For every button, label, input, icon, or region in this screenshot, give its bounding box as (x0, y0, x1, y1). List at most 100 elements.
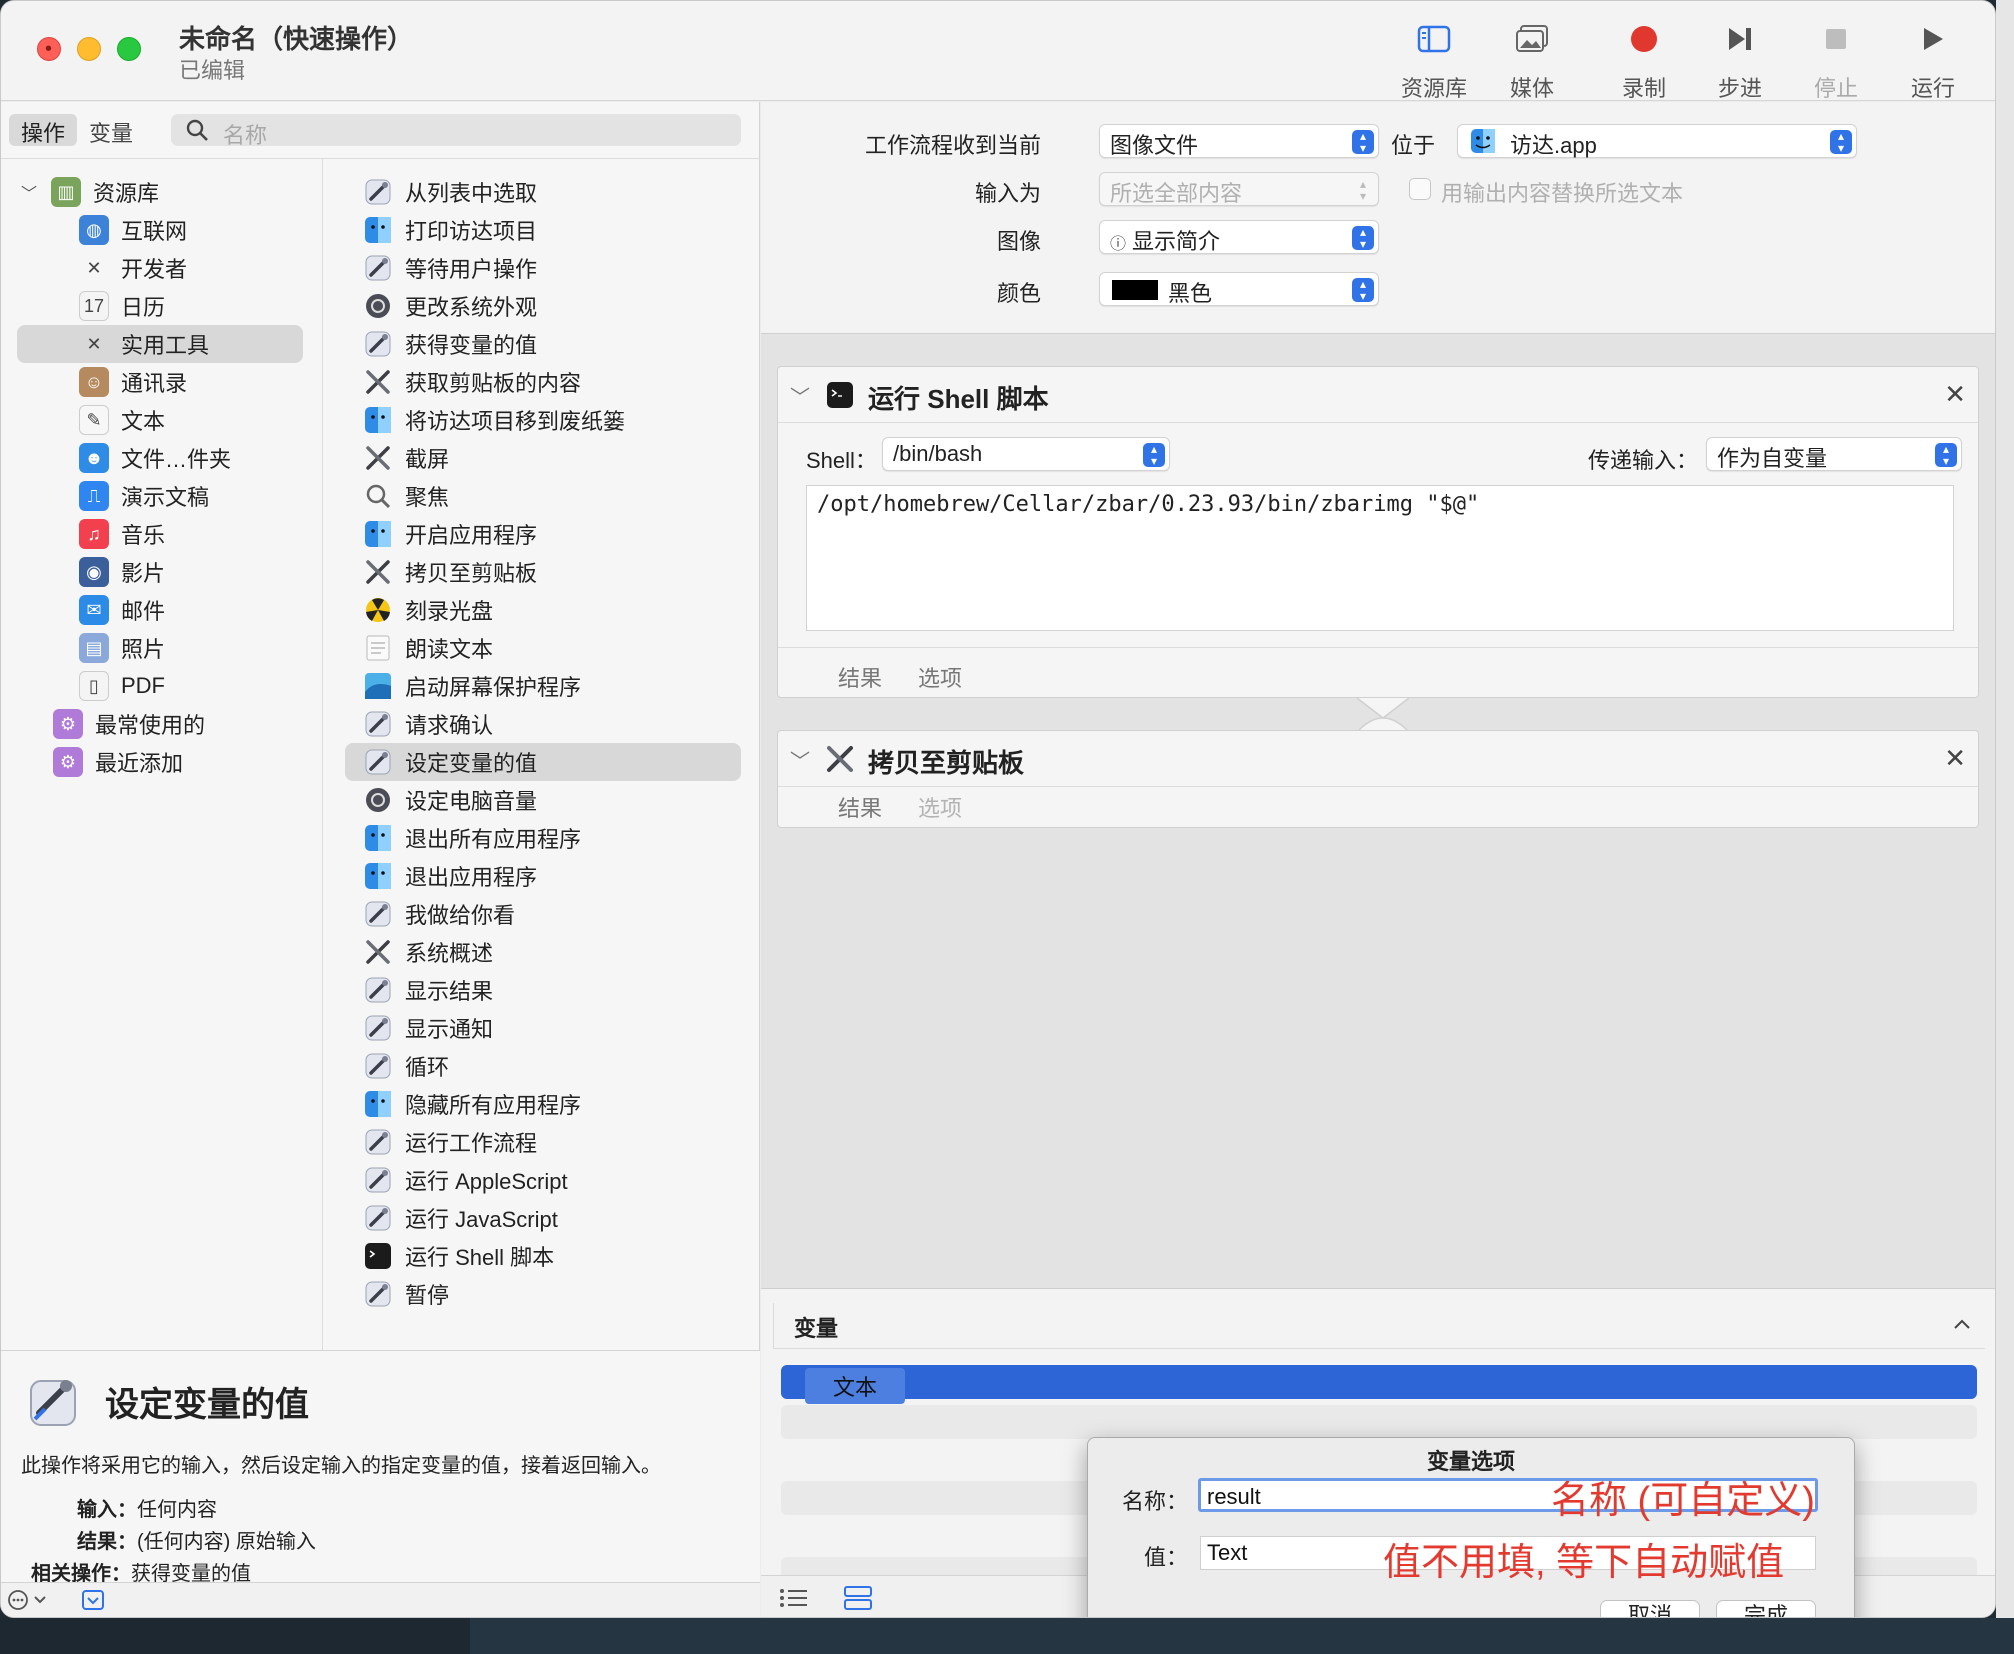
cancel-button[interactable]: 取消 (1600, 1600, 1700, 1617)
action-item[interactable]: 开启应用程序 (363, 515, 537, 553)
workflow-view-icon[interactable] (843, 1585, 873, 1616)
disclosure-triangle-icon[interactable]: ﹀ (21, 180, 51, 204)
receives-popup[interactable]: 图像文件 ▴ ▾ (1099, 124, 1379, 158)
action-item[interactable]: 设定电脑音量 (363, 781, 537, 819)
pass-input-popup[interactable]: 作为自变量 ▴ ▾ (1706, 437, 1962, 471)
library-item[interactable]: ☺ 通讯录 (79, 363, 187, 401)
action-item[interactable]: 聚焦 (363, 477, 449, 515)
action-item[interactable]: 获取剪贴板的内容 (363, 363, 581, 401)
library-item[interactable]: ◉ 影片 (79, 553, 165, 591)
library-item[interactable]: ⚙ 最近添加 (53, 743, 183, 781)
script-editor[interactable]: /opt/homebrew/Cellar/zbar/0.23.93/bin/zb… (806, 485, 1954, 631)
action-item[interactable]: 显示结果 (363, 971, 493, 1009)
step-toolbar-button[interactable]: 步进 (1695, 19, 1785, 103)
workflow-pane: 工作流程收到当前 图像文件 ▴ ▾ 位于 访达.app ▴ ▾ 输入为 所选全部内容 ▴ ▾… (761, 102, 1995, 1617)
action-item[interactable]: 从列表中选取 (363, 173, 537, 211)
library-item[interactable]: ☻ 文件…件夹 (79, 439, 231, 477)
collapse-chevron-icon[interactable] (1951, 1313, 1973, 1340)
action-item[interactable]: 将访达项目移到废纸篓 (363, 401, 625, 439)
action-item[interactable]: 获得变量的值 (363, 325, 537, 363)
action-item[interactable]: 朗读文本 (363, 629, 493, 667)
image-value: 显示简介 (1132, 229, 1221, 254)
library-item[interactable]: ✎ 文本 (79, 401, 165, 439)
action-item[interactable]: 设定变量的值 (345, 743, 741, 781)
in-app-popup[interactable]: 访达.app ▴ ▾ (1457, 124, 1857, 158)
image-popup[interactable]: ⓘ 显示简介 ▴ ▾ (1099, 220, 1379, 254)
action-item[interactable]: 等待用户操作 (363, 249, 537, 287)
automator-icon (363, 747, 393, 777)
step-label: 步进 (1717, 76, 1762, 101)
action-item[interactable]: 打印访达项目 (363, 211, 537, 249)
results-tab[interactable]: 结果 (838, 666, 882, 691)
action-item[interactable]: 更改系统外观 (363, 287, 537, 325)
library-item[interactable]: ◍ 互联网 (79, 211, 187, 249)
action-item-label: 系统概述 (405, 941, 494, 966)
close-action-icon[interactable]: ✕ (1944, 743, 1966, 774)
library-item[interactable]: ⎍ 演示文稿 (79, 477, 209, 515)
close-action-icon[interactable]: ✕ (1944, 379, 1966, 410)
close-window-button[interactable] (37, 37, 61, 61)
action-item[interactable]: 显示通知 (363, 1009, 493, 1047)
result-label: 结果： (77, 1531, 137, 1553)
library-item[interactable]: ♫ 音乐 (79, 515, 165, 553)
input-is-popup[interactable]: 所选全部内容 ▴ ▾ (1099, 172, 1379, 206)
done-button[interactable]: 完成 (1716, 1600, 1816, 1617)
description-toggle-icon[interactable] (81, 1589, 105, 1616)
action-item[interactable]: 运行 Shell 脚本 (363, 1237, 554, 1275)
popup-arrows-icon: ▴ ▾ (1935, 443, 1957, 467)
zoom-window-button[interactable] (117, 37, 141, 61)
action-item[interactable]: 运行 AppleScript (363, 1161, 568, 1199)
color-popup[interactable]: 黑色 ▴ ▾ (1099, 272, 1379, 306)
list-view-icon[interactable] (779, 1586, 809, 1615)
action-item[interactable]: 截屏 (363, 439, 449, 477)
variable-token[interactable]: 文本 (805, 1368, 906, 1404)
disclosure-chevron-icon[interactable]: ﹀ (790, 745, 810, 774)
action-item[interactable]: 刻录光盘 (363, 591, 493, 629)
library-item[interactable]: ✉ 邮件 (79, 591, 165, 629)
library-item[interactable]: ▤ 照片 (79, 629, 165, 667)
actions-tab[interactable]: 操作 (9, 114, 78, 146)
action-item[interactable]: 退出应用程序 (363, 857, 537, 895)
action-item[interactable]: 运行 JavaScript (363, 1199, 558, 1237)
search-field[interactable]: 名称 (171, 114, 741, 148)
variables-title: 变量 (794, 1316, 839, 1341)
action-item[interactable]: 启动屏幕保护程序 (363, 667, 581, 705)
action-item[interactable]: 暂停 (363, 1275, 449, 1313)
library-item[interactable]: 17 日历 (79, 287, 165, 325)
library-item[interactable]: ▯ PDF (79, 667, 165, 705)
search-placeholder: 名称 (223, 123, 268, 148)
action-item-label: 开启应用程序 (405, 523, 538, 548)
library-item[interactable]: ﹀ ▥ 资源库 (21, 173, 159, 211)
action-item-label: 运行 Shell 脚本 (405, 1245, 555, 1270)
stop-toolbar-button[interactable]: 停止 (1791, 19, 1881, 103)
disclosure-chevron-icon[interactable]: ﹀ (790, 381, 810, 410)
action-item[interactable]: 系统概述 (363, 933, 493, 971)
action-item[interactable]: 隐藏所有应用程序 (363, 1085, 581, 1123)
options-tab[interactable]: 选项 (918, 666, 962, 691)
library-item[interactable]: ✕ 实用工具 (17, 325, 303, 363)
replace-text-checkbox[interactable] (1409, 178, 1431, 200)
pass-input-value: 作为自变量 (1717, 446, 1828, 471)
options-tab[interactable]: 选项 (918, 796, 962, 821)
action-item[interactable]: 退出所有应用程序 (363, 819, 581, 857)
action-item[interactable]: 我做给你看 (363, 895, 515, 933)
variables-tab[interactable]: 变量 (77, 114, 145, 146)
action-item[interactable]: 请求确认 (363, 705, 493, 743)
more-options-icon[interactable] (7, 1588, 49, 1617)
record-toolbar-button[interactable]: 录制 (1599, 19, 1689, 103)
minimize-window-button[interactable] (77, 37, 101, 61)
action-item[interactable]: 循环 (363, 1047, 449, 1085)
library-toolbar-button[interactable]: 资源库 (1389, 19, 1479, 103)
run-toolbar-button[interactable]: 运行 (1888, 19, 1978, 103)
library-item[interactable]: ⚙ 最常使用的 (53, 705, 205, 743)
library-item[interactable]: ✕ 开发者 (79, 249, 187, 287)
action-item-label: 打印访达项目 (405, 219, 538, 244)
variable-row-selected[interactable]: 文本 (781, 1365, 1977, 1404)
action-item[interactable]: 运行工作流程 (363, 1123, 537, 1161)
action-item[interactable]: 拷贝至剪贴板 (363, 553, 537, 591)
calendar-icon: 17 (79, 291, 109, 321)
shell-popup[interactable]: /bin/bash ▴ ▾ (882, 437, 1170, 471)
library-item-label: 开发者 (121, 257, 188, 282)
media-toolbar-button[interactable]: 媒体 (1487, 19, 1577, 103)
results-tab[interactable]: 结果 (838, 796, 882, 821)
